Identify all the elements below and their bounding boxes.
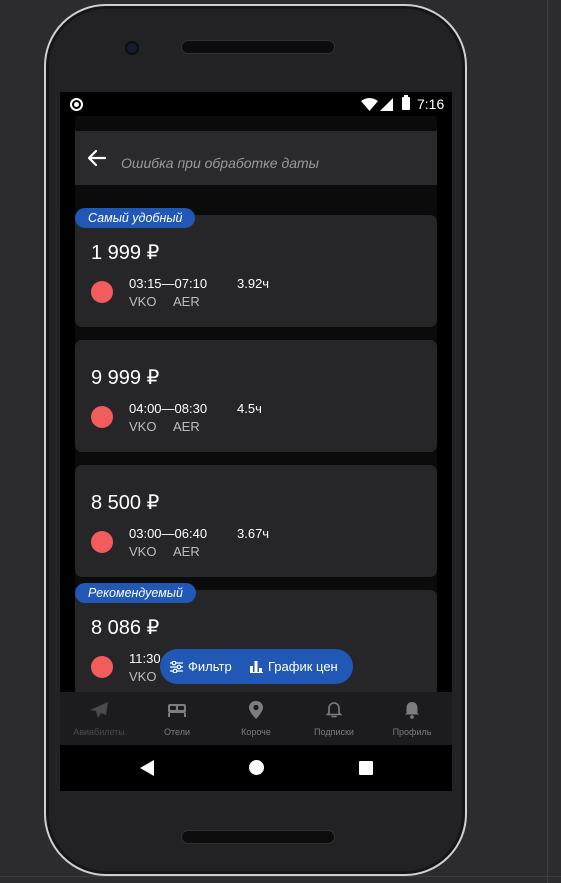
airline-logo: [91, 281, 113, 303]
airline-logo: [91, 656, 113, 678]
home-circle-icon[interactable]: [249, 760, 264, 775]
nav-item-hotels[interactable]: Отели: [138, 692, 216, 745]
nav-label: Отели: [163, 727, 190, 737]
status-time: 7:16: [417, 96, 445, 112]
airplane-icon: [90, 702, 108, 718]
page-edge-right: [547, 0, 548, 883]
bell-icon: [405, 702, 419, 719]
flight-price: 1 999 ₽: [91, 242, 160, 264]
flight-times: 03:00—06:40: [129, 526, 208, 541]
phone-screen: 7:16 Ошибка при обработке даты 1 999 ₽ 0…: [60, 92, 452, 791]
departure-airport: VKO: [129, 544, 157, 559]
nav-label: Подписки: [314, 727, 354, 737]
recents-square-icon[interactable]: [359, 761, 373, 775]
arrival-airport: AER: [173, 419, 200, 434]
nav-item-profile[interactable]: Профиль: [373, 692, 451, 745]
arrow-left-icon[interactable]: [87, 149, 107, 167]
flight-times: 04:00—08:30: [129, 401, 208, 416]
bell-outline-icon: [325, 702, 343, 718]
nav-item-shorter[interactable]: Короче: [217, 692, 295, 745]
airline-logo: [91, 531, 113, 553]
flight-times: 03:15—07:10: [129, 276, 208, 291]
filter-label: Фильтр: [188, 659, 232, 674]
badge-most-convenient: Самый удобный: [75, 208, 196, 228]
wifi-icon: [361, 98, 378, 111]
filter-chart-fab: Фильтр График цен: [160, 649, 353, 684]
flight-price: 9 999 ₽: [91, 367, 160, 389]
arrival-airport: AER: [173, 294, 200, 309]
bottom-speaker: [181, 830, 335, 844]
flight-card[interactable]: 9 999 ₽ 04:00—08:30 4.5ч VKO AER: [75, 340, 437, 452]
back-triangle-icon[interactable]: [140, 760, 154, 776]
flight-price: 8 086 ₽: [91, 617, 160, 639]
bottom-navigation: Авиабилеты Отели Короче Подписки Профиль: [60, 692, 452, 745]
nav-item-subscriptions[interactable]: Подписки: [295, 692, 373, 745]
page-title: Ошибка при обработке даты: [121, 155, 319, 171]
flight-times: 11:30: [129, 651, 161, 666]
flight-price: 8 500 ₽: [91, 492, 160, 514]
page-edge-bottom: [0, 876, 561, 877]
flight-duration: 3.92ч: [237, 276, 270, 291]
app-bar: Ошибка при обработке даты: [75, 131, 437, 185]
flight-duration: 4.5ч: [237, 401, 262, 416]
airline-logo: [91, 406, 113, 428]
price-chart-button[interactable]: График цен: [250, 649, 338, 684]
signal-icon: [380, 98, 393, 111]
nav-label: Профиль: [392, 727, 432, 737]
front-camera: [125, 41, 139, 55]
flight-duration: 3.67ч: [237, 526, 270, 541]
notification-dot-icon: [70, 98, 83, 111]
departure-airport: VKO: [129, 669, 157, 684]
top-speaker: [181, 40, 335, 54]
battery-icon: [402, 95, 410, 110]
nav-item-flights[interactable]: Авиабилеты: [60, 692, 138, 745]
filter-button[interactable]: Фильтр: [170, 649, 232, 684]
flight-results-screen: Ошибка при обработке даты 1 999 ₽ 03:15—…: [75, 116, 437, 692]
flight-card[interactable]: 1 999 ₽ 03:15—07:10 3.92ч VKO AER: [75, 215, 437, 327]
android-navigation-bar: [60, 745, 452, 791]
departure-airport: VKO: [129, 294, 157, 309]
sliders-icon: [170, 660, 183, 673]
badge-recommended: Рекомендуемый: [75, 583, 196, 603]
location-pin-icon: [249, 701, 263, 719]
nav-label: Короче: [241, 727, 271, 737]
bed-icon: [168, 704, 186, 717]
arrival-airport: AER: [173, 544, 200, 559]
status-bar: 7:16: [60, 92, 452, 116]
flight-card[interactable]: 8 500 ₽ 03:00—06:40 3.67ч VKO AER: [75, 465, 437, 577]
price-chart-label: График цен: [268, 659, 338, 674]
nav-label: Авиабилеты: [73, 727, 125, 737]
bar-chart-icon: [250, 660, 263, 673]
departure-airport: VKO: [129, 419, 157, 434]
